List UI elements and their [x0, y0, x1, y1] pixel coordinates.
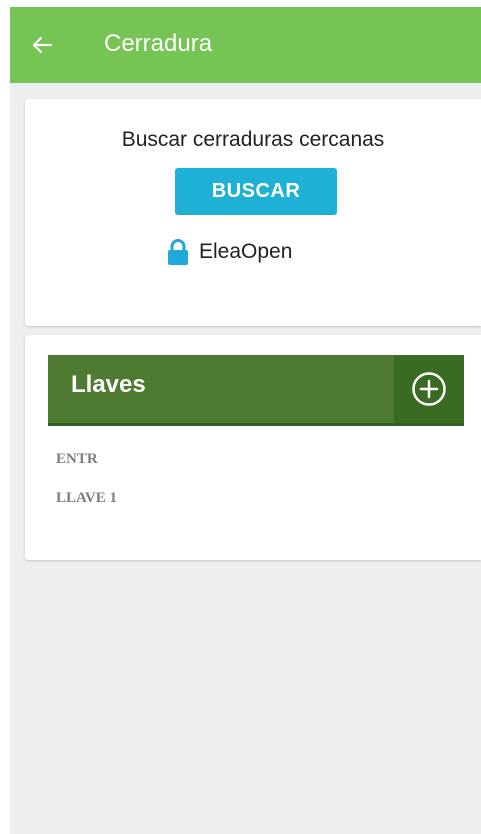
app-bar: Cerradura [10, 7, 481, 83]
search-label: Buscar cerraduras cercanas [121, 128, 385, 151]
keys-header: Llaves [48, 355, 464, 426]
add-circle-icon [412, 372, 446, 406]
keys-card: Llaves ENTR LLAVE 1 [25, 335, 481, 560]
lock-icon [168, 239, 188, 265]
lock-device-row[interactable]: EleaOpen [167, 237, 292, 267]
key-item[interactable]: ENTR [56, 451, 98, 468]
back-button[interactable] [30, 33, 54, 57]
search-card: Buscar cerraduras cercanas BUSCAR EleaOp… [25, 99, 481, 326]
page-title: Cerradura [104, 30, 213, 57]
app-screen: Cerradura Buscar cerraduras cercanas BUS… [10, 7, 481, 834]
key-item[interactable]: LLAVE 1 [56, 490, 117, 507]
lock-device-name: EleaOpen [199, 240, 293, 263]
search-button[interactable]: BUSCAR [175, 168, 337, 215]
arrow-left-icon [32, 36, 53, 54]
keys-title: Llaves [71, 371, 146, 398]
add-key-button[interactable] [394, 355, 464, 423]
